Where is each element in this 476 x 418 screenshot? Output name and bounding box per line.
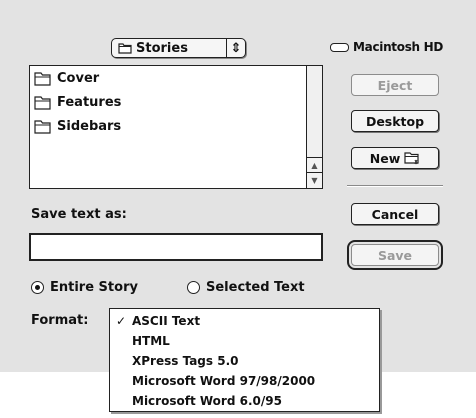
scroll-up-arrow-icon[interactable]: ▲ <box>307 157 322 173</box>
menu-item-label: Microsoft Word 6.0/95 <box>132 394 282 408</box>
desktop-button[interactable]: Desktop <box>351 110 439 132</box>
menu-item-xpress-tags[interactable]: XPress Tags 5.0 <box>110 351 379 371</box>
menu-item-ascii-text[interactable]: ✓ ASCII Text <box>110 311 379 331</box>
radio-button[interactable] <box>187 281 200 294</box>
format-popup-menu[interactable]: ✓ ASCII Text HTML XPress Tags 5.0 Micros… <box>109 308 380 412</box>
menu-item-label: ASCII Text <box>132 314 201 328</box>
menu-item-html[interactable]: HTML <box>110 331 379 351</box>
hard-disk-icon <box>330 42 349 52</box>
button-separator <box>347 185 443 187</box>
file-name: Cover <box>57 70 100 86</box>
file-list[interactable]: Cover Features Sidebars ▲ ▼ <box>29 65 323 189</box>
radio-button-selected[interactable] <box>31 281 44 294</box>
scroll-down-arrow-icon[interactable]: ▼ <box>307 172 322 188</box>
file-name: Sidebars <box>57 118 122 134</box>
menu-item-label: XPress Tags 5.0 <box>132 354 239 368</box>
checkmark-icon: ✓ <box>115 314 127 328</box>
format-label: Format: <box>31 313 89 328</box>
new-folder-icon <box>404 151 420 165</box>
radio-label: Entire Story <box>50 280 138 295</box>
updown-arrows-icon: ⇕ <box>226 39 245 57</box>
list-item[interactable]: Cover <box>30 66 306 90</box>
radio-selected-text[interactable]: Selected Text <box>187 280 305 295</box>
save-text-as-label: Save text as: <box>31 207 127 222</box>
menu-item-word-6[interactable]: Microsoft Word 6.0/95 <box>110 391 379 411</box>
folder-icon <box>34 118 52 134</box>
cancel-button[interactable]: Cancel <box>351 203 439 225</box>
folder-icon <box>118 42 134 54</box>
folder-icon <box>34 94 52 110</box>
save-filename-field[interactable] <box>29 233 323 261</box>
disk-name: Macintosh HD <box>353 40 444 54</box>
folder-icon <box>34 70 52 86</box>
radio-label: Selected Text <box>206 280 305 295</box>
list-item[interactable]: Sidebars <box>30 114 306 138</box>
radio-entire-story[interactable]: Entire Story <box>31 280 138 295</box>
menu-item-label: Microsoft Word 97/98/2000 <box>132 374 316 388</box>
disk-indicator: Macintosh HD <box>330 40 443 54</box>
save-button[interactable]: Save <box>347 240 443 270</box>
eject-button[interactable]: Eject <box>351 74 439 96</box>
new-button-label: New <box>369 150 401 166</box>
menu-item-word-97[interactable]: Microsoft Word 97/98/2000 <box>110 371 379 391</box>
folder-popup-label: Stories <box>136 40 188 56</box>
file-name: Features <box>57 94 122 110</box>
menu-item-label: HTML <box>132 334 170 348</box>
vertical-scrollbar[interactable]: ▲ ▼ <box>306 66 322 188</box>
list-item[interactable]: Features <box>30 90 306 114</box>
new-folder-button[interactable]: New <box>351 147 439 169</box>
folder-popup[interactable]: Stories ⇕ <box>111 38 246 58</box>
